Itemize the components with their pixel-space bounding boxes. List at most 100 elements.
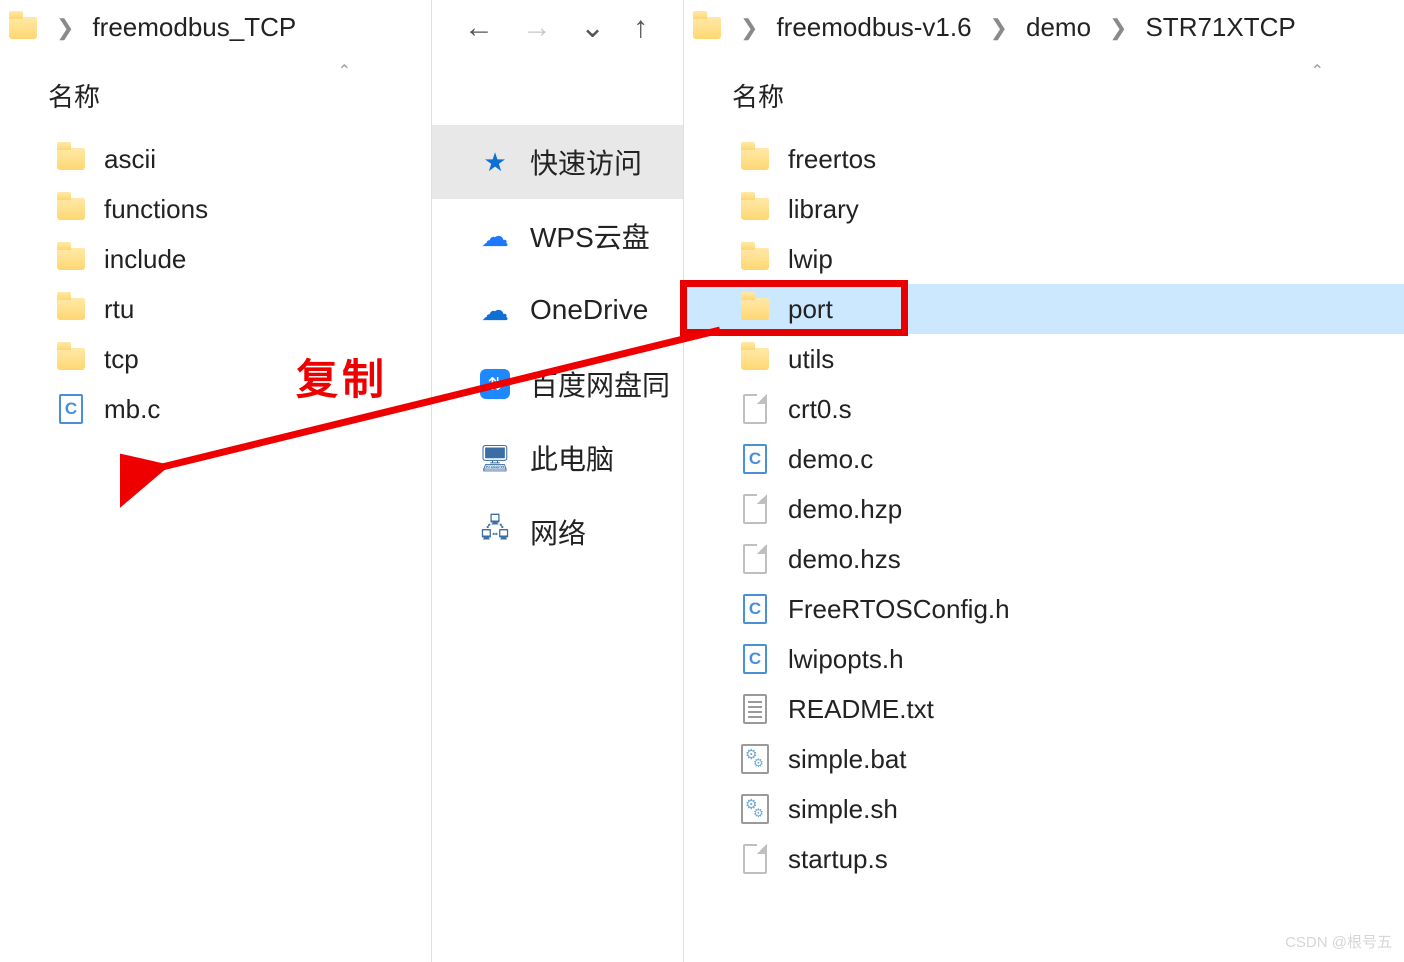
tree-item-label: 快速访问	[530, 142, 642, 182]
baidu-icon: ⇅	[480, 369, 510, 399]
breadcrumb-segment[interactable]: freemodbus_TCP	[92, 12, 296, 43]
list-item[interactable]: crt0.s	[684, 384, 1404, 434]
c-icon: C	[740, 444, 770, 474]
folder-icon	[56, 294, 86, 324]
c-icon: C	[740, 644, 770, 674]
c-icon: C	[56, 394, 86, 424]
item-label: rtu	[104, 294, 134, 325]
breadcrumb-left[interactable]: ❯ freemodbus_TCP	[0, 0, 431, 55]
item-label: demo.hzp	[788, 494, 902, 525]
tree-item[interactable]: ⇅ 百度网盘同	[432, 347, 683, 421]
list-item[interactable]: README.txt	[684, 684, 1404, 734]
list-item[interactable]: Cdemo.c	[684, 434, 1404, 484]
tree-nav: ★ 快速访问 ☁ WPS云盘 ☁ OneDrive ⇅ 百度网盘同 🖥此电脑 🖧 网络	[432, 55, 683, 569]
folder-icon	[56, 144, 86, 174]
item-label: utils	[788, 344, 834, 375]
list-item[interactable]: ascii	[0, 134, 431, 184]
column-header-name[interactable]: 名称 ⌃	[0, 55, 431, 124]
chevron-right-icon: ❯	[986, 15, 1012, 41]
txt-icon	[740, 694, 770, 724]
list-item[interactable]: library	[684, 184, 1404, 234]
blank-icon	[740, 494, 770, 524]
list-item[interactable]: include	[0, 234, 431, 284]
list-item[interactable]: simple.sh	[684, 784, 1404, 834]
tree-item[interactable]: ☁ WPS云盘	[432, 199, 683, 273]
folder-icon	[56, 194, 86, 224]
breadcrumb-segment[interactable]: STR71XTCP	[1145, 12, 1295, 43]
cloudblue-icon: ☁	[480, 221, 510, 251]
item-label: demo.c	[788, 444, 873, 475]
tree-item[interactable]: 🖧 网络	[432, 495, 683, 569]
middle-pane: ← → ⌄ ↑ ★ 快速访问 ☁ WPS云盘 ☁ OneDrive ⇅ 百度网盘同 🖥此电脑 🖧 网…	[432, 0, 684, 962]
list-item[interactable]: CFreeRTOSConfig.h	[684, 584, 1404, 634]
list-item[interactable]: startup.s	[684, 834, 1404, 884]
folder-icon	[692, 13, 722, 43]
nav-recent-button[interactable]: ⌄	[580, 10, 605, 45]
tree-item[interactable]: 🖥此电脑	[432, 421, 683, 495]
item-label: startup.s	[788, 844, 888, 875]
column-header-label: 名称	[732, 82, 784, 112]
file-list-right: freertos library lwip port utils crt0.s Cdemo.…	[684, 124, 1404, 884]
breadcrumb-segment[interactable]: demo	[1026, 12, 1091, 43]
item-label: functions	[104, 194, 208, 225]
list-item[interactable]: utils	[684, 334, 1404, 384]
list-item[interactable]: functions	[0, 184, 431, 234]
item-label: FreeRTOSConfig.h	[788, 594, 1010, 625]
item-label: crt0.s	[788, 394, 852, 425]
column-header-name[interactable]: 名称 ⌃	[684, 55, 1404, 124]
item-label: library	[788, 194, 859, 225]
folder-icon	[740, 194, 770, 224]
list-item[interactable]: demo.hzp	[684, 484, 1404, 534]
breadcrumb-segment[interactable]: freemodbus-v1.6	[776, 12, 971, 43]
item-label: ascii	[104, 144, 156, 175]
tree-item-label: 百度网盘同	[530, 364, 670, 404]
blank-icon	[740, 544, 770, 574]
item-label: freertos	[788, 144, 876, 175]
item-label: simple.bat	[788, 744, 907, 775]
folder-icon	[740, 144, 770, 174]
column-header-label: 名称	[48, 82, 100, 112]
tree-item-label: 网络	[530, 512, 586, 552]
list-item[interactable]: demo.hzs	[684, 534, 1404, 584]
item-label: lwip	[788, 244, 833, 275]
folder-icon	[8, 13, 38, 43]
pc-icon: 🖥	[480, 443, 510, 473]
folder-icon	[740, 244, 770, 274]
item-label: mb.c	[104, 394, 160, 425]
sort-caret-icon[interactable]: ⌃	[338, 61, 351, 81]
list-item[interactable]: simple.bat	[684, 734, 1404, 784]
list-item[interactable]: Clwipopts.h	[684, 634, 1404, 684]
list-item[interactable]: lwip	[684, 234, 1404, 284]
nav-up-button[interactable]: ↑	[633, 11, 648, 45]
bat-icon	[740, 744, 770, 774]
nav-back-button[interactable]: ←	[464, 11, 494, 45]
item-label: README.txt	[788, 694, 934, 725]
nav-forward-button: →	[522, 11, 552, 45]
item-label: lwipopts.h	[788, 644, 904, 675]
chevron-right-icon: ❯	[1105, 15, 1131, 41]
tree-item[interactable]: ☁ OneDrive	[432, 273, 683, 347]
list-item[interactable]: freertos	[684, 134, 1404, 184]
tree-item-label: OneDrive	[530, 294, 648, 326]
item-label: include	[104, 244, 186, 275]
onedrive-icon: ☁	[480, 295, 510, 325]
list-item[interactable]: port	[684, 284, 1404, 334]
folder-icon	[740, 344, 770, 374]
blank-icon	[740, 394, 770, 424]
breadcrumb-right[interactable]: ❯ freemodbus-v1.6 ❯ demo ❯ STR71XTCP	[684, 0, 1404, 55]
watermark: CSDN @根号五	[1285, 931, 1392, 952]
folder-icon	[56, 344, 86, 374]
chevron-right-icon: ❯	[52, 15, 78, 41]
annotation-copy-label: 复制	[296, 346, 388, 407]
blank-icon	[740, 844, 770, 874]
sort-caret-icon[interactable]: ⌃	[1311, 61, 1324, 81]
tree-item[interactable]: ★ 快速访问	[432, 125, 683, 199]
bat-icon	[740, 794, 770, 824]
left-pane: ❯ freemodbus_TCP 名称 ⌃ ascii functions incl…	[0, 0, 432, 962]
item-label: demo.hzs	[788, 544, 901, 575]
list-item[interactable]: rtu	[0, 284, 431, 334]
net-icon: 🖧	[480, 517, 510, 547]
tree-item-label: WPS云盘	[530, 216, 650, 256]
star-icon: ★	[480, 147, 510, 177]
chevron-right-icon: ❯	[736, 15, 762, 41]
